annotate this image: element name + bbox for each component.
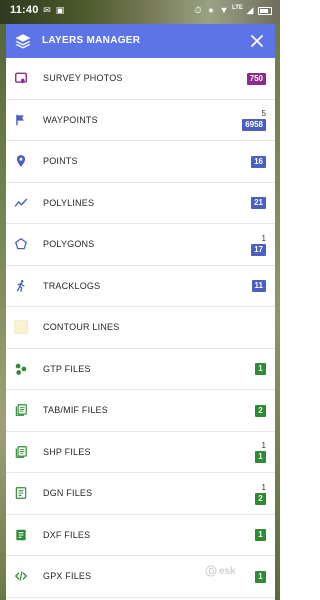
watermark-logo-icon [205, 565, 217, 577]
layer-row-shp-files[interactable]: SHP FILES 1 1 [6, 432, 275, 473]
status-bar: 11:40 ✉ ▣ ⏱ ● ▼ LTE ◢ [0, 0, 280, 24]
layer-label: POLYGONS [43, 239, 95, 249]
layer-count-badge: 2 [255, 492, 266, 505]
layer-row-waypoints[interactable]: WAYPOINTS 5 6958 [6, 100, 275, 141]
watermark-text: esk [219, 565, 236, 577]
layer-row-contour-lines[interactable]: CONTOUR LINES [6, 307, 275, 349]
layer-label: TAB/MIF FILES [43, 405, 108, 415]
layer-sub-count: 5 [261, 109, 266, 118]
file-lines-icon [14, 486, 28, 500]
layer-counts: 5 6958 [242, 100, 266, 141]
layer-count-badge: 2 [255, 404, 266, 417]
layer-label: GPX FILES [43, 571, 92, 581]
layer-label: DXF FILES [43, 529, 91, 540]
layer-count-badge: 1 [255, 570, 266, 583]
walking-icon [14, 279, 28, 293]
page-title: LAYERS MANAGER [42, 35, 141, 46]
battery-icon [258, 6, 272, 15]
file-lines-filled-icon [14, 528, 28, 542]
layer-row-tab-mif-files[interactable]: TAB/MIF FILES 2 [6, 390, 275, 432]
system-icons: ⏱ ● ▼ LTE ◢ [193, 5, 272, 15]
layer-row-dxf-files[interactable]: DXF FILES 1 [6, 515, 275, 556]
stacked-file-icon [14, 403, 28, 417]
layer-counts: 21 [251, 183, 266, 224]
layer-count-badge: 17 [251, 243, 266, 256]
layer-label: CONTOUR LINES [43, 322, 120, 332]
layer-row-dgn-files[interactable]: DGN FILES 1 2 [6, 473, 275, 515]
layer-row-gtp-files[interactable]: GTP FILES 1 [6, 349, 275, 390]
pentagon-icon [14, 237, 28, 251]
layer-counts: 16 [251, 141, 266, 182]
stacked-file-icon [14, 445, 28, 459]
contour-square-icon [14, 320, 28, 334]
lte-label: LTE [232, 5, 243, 11]
layer-count-badge: 1 [255, 363, 266, 375]
layer-count-badge: 6958 [242, 119, 266, 131]
layer-count-badge: 1 [255, 451, 266, 463]
dots-cluster-icon [14, 362, 28, 376]
layer-counts: 1 17 [251, 224, 266, 265]
layer-count-badge: 1 [255, 529, 266, 541]
layer-row-polygons[interactable]: POLYGONS 1 17 [6, 224, 275, 266]
layers-manager-header: LAYERS MANAGER [6, 24, 275, 58]
layer-count-badge: 16 [251, 155, 266, 168]
alarm-icon: ⏱ [194, 5, 202, 15]
layer-count-badge: 11 [251, 280, 266, 292]
layer-counts: 1 [255, 349, 266, 390]
layers-list: SURVEY PHOTOS 750 WAYPOINTS 5 6958 POINTS 16 PO… [6, 58, 275, 600]
layer-counts: 12 [255, 473, 266, 514]
signal-icon: ◢ [246, 5, 254, 15]
layer-counts: 11 [255, 432, 266, 473]
wifi-icon: ▼ [219, 5, 229, 15]
message-icon: ✉ [43, 5, 51, 15]
layer-count-badge: 750 [246, 72, 266, 85]
polyline-icon [14, 196, 28, 210]
code-icon [14, 569, 28, 583]
layer-counts: 2 [255, 390, 266, 431]
layer-label: POLYLINES [43, 197, 95, 208]
layer-counts: 1 [255, 556, 266, 597]
layer-counts: 750 [246, 58, 266, 99]
layer-label: SHP FILES [43, 446, 91, 457]
map-background-right [275, 24, 280, 600]
location-pin-icon [14, 154, 28, 168]
layer-label: SURVEY PHOTOS [43, 73, 123, 83]
status-time: 11:40 [10, 4, 39, 16]
layer-row-polylines[interactable]: POLYLINES 21 [6, 183, 275, 224]
layer-row-survey-photos[interactable]: SURVEY PHOTOS 750 [6, 58, 275, 100]
layer-row-points[interactable]: POINTS 16 [6, 141, 275, 183]
location-icon: ● [208, 5, 214, 15]
layer-label: WAYPOINTS [43, 114, 98, 125]
layers-icon [15, 34, 31, 49]
layer-counts: 1 [255, 515, 266, 556]
layer-count-badge: 21 [251, 197, 266, 209]
layer-label: POINTS [43, 156, 78, 166]
layer-row-tracklogs[interactable]: TRACKLOGS 11 [6, 266, 275, 307]
layer-label: TRACKLOGS [43, 280, 101, 291]
layer-sub-count: 1 [261, 441, 266, 450]
layer-label: GTP FILES [43, 363, 91, 374]
layer-sub-count: 1 [261, 233, 266, 243]
image-icon: ▣ [55, 5, 65, 15]
flag-icon [14, 113, 28, 127]
photo-pin-icon [14, 71, 28, 85]
layer-label: DGN FILES [43, 488, 93, 498]
close-icon[interactable] [247, 31, 267, 51]
notification-icons: ✉ ▣ [42, 5, 65, 15]
layer-sub-count: 1 [261, 482, 266, 492]
watermark: esk [205, 565, 236, 577]
layer-counts: 11 [251, 266, 266, 307]
